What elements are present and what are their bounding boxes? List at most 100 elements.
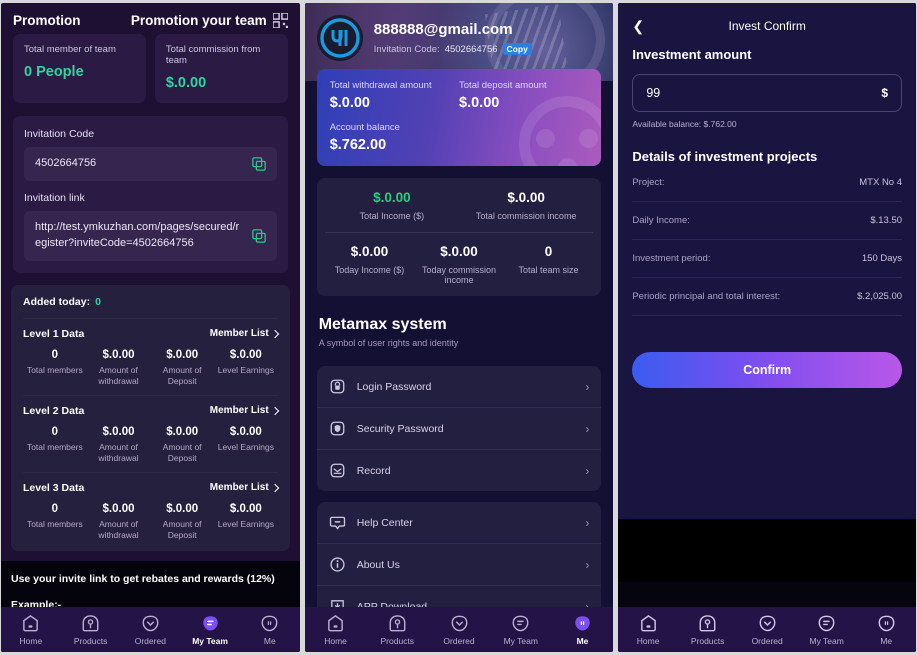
cell-label: Total members: [26, 364, 83, 375]
tab-my-team[interactable]: My Team: [180, 614, 240, 646]
home-icon: [21, 614, 40, 633]
menu-item-label: Record: [356, 464, 391, 477]
copy-icon[interactable]: [251, 229, 266, 243]
level-cell: 0 Total members: [23, 426, 87, 465]
tab-home[interactable]: Home: [305, 614, 367, 646]
level-cell: $.0.00 Level Earnings: [214, 503, 278, 542]
tab-label: Me: [880, 635, 893, 646]
detail-value: MTX No 4: [859, 177, 903, 188]
screenshot-stage: Promotion Promotion your team Total memb…: [0, 0, 917, 655]
menu-item-login-password[interactable]: Login Password ›: [317, 366, 602, 407]
tab-my-team[interactable]: My Team: [490, 614, 552, 646]
cell-value: $.0.00: [166, 348, 199, 361]
stat-card-total-commission: Total commission from team $.0.00: [154, 34, 288, 103]
withdrawal-value: $.0.00: [329, 95, 371, 111]
tab-products[interactable]: Products: [678, 614, 738, 646]
bottom-tab-bar: Home Products Ordered My Team Me: [1, 607, 300, 652]
invitation-link-label: Invitation link: [24, 191, 85, 204]
me-icon: [573, 614, 592, 633]
menu-item-record[interactable]: Record ›: [316, 449, 602, 491]
member-list-label: Member List: [209, 328, 269, 340]
tab-me[interactable]: Me: [240, 614, 300, 646]
cell-label: Amount of withdrawal: [98, 441, 139, 464]
ordered-icon: [758, 614, 777, 633]
bottom-tab-bar: Home Products Ordered My Team Me: [618, 607, 917, 652]
detail-value: $.2,025.00: [857, 291, 903, 302]
level-header: Level 2 Data Member List: [23, 405, 279, 417]
tab-label: Home: [324, 635, 347, 646]
copy-button[interactable]: Copy: [502, 43, 532, 55]
income-cell: $.0.00 Today commission income: [414, 244, 504, 285]
level-cell: $.0.00 Amount of withdrawal: [87, 349, 151, 388]
income-value: $.0.00: [350, 244, 389, 259]
tab-my-team[interactable]: My Team: [797, 614, 857, 646]
avatar[interactable]: [316, 15, 363, 61]
copy-icon[interactable]: [251, 157, 266, 171]
income-card: $.0.00 Total Income ($) $.0.00 Total com…: [316, 178, 602, 296]
tab-me[interactable]: Me: [856, 614, 916, 646]
invest-content: ❮ Invest Confirm Investment amount 99 $ …: [618, 3, 917, 519]
tab-ordered[interactable]: Ordered: [120, 614, 180, 646]
detail-row-total-interest: Periodic principal and total interest: $…: [632, 278, 903, 316]
income-bottom-row: $.0.00 Today Income ($) $.0.00 Today com…: [325, 233, 594, 285]
menu-item-about-us[interactable]: About Us ›: [316, 543, 602, 585]
amount-value: 99: [646, 86, 661, 100]
tab-label: Ordered: [443, 635, 475, 646]
available-balance-text: Available balance: $.762.00: [632, 119, 737, 129]
my-team-icon: [817, 614, 836, 633]
qr-code-icon[interactable]: [272, 13, 288, 28]
stat-card-total-members: Total member of team 0 People: [13, 34, 146, 103]
confirm-button[interactable]: Confirm: [632, 352, 903, 388]
chevron-right-icon: ›: [585, 421, 590, 436]
menu-item-security-password[interactable]: Security Password ›: [316, 407, 602, 449]
menu-item-label: Security Password: [356, 422, 444, 435]
tab-label: Ordered: [134, 635, 166, 646]
tab-label: Products: [690, 635, 725, 646]
level-cell: $.0.00 Amount of Deposit: [150, 426, 214, 465]
cell-value: 0: [51, 348, 59, 361]
cell-label: Amount of Deposit: [162, 441, 202, 464]
chevron-right-icon: [270, 406, 279, 415]
member-list-label: Member List: [209, 482, 269, 494]
invitation-code-value: 4502664756: [444, 43, 498, 55]
invitation-code-label: Invitation Code:: [373, 43, 440, 55]
member-list-link[interactable]: Member List: [209, 482, 279, 494]
level-grid: 0 Total members $.0.00 Amount of withdra…: [23, 426, 278, 465]
panel-promotion: Promotion Promotion your team Total memb…: [1, 3, 300, 652]
currency-symbol: $: [881, 86, 889, 100]
me-icon: [877, 614, 896, 633]
level-section-1: Level 1 Data Member List 0 Total members…: [23, 317, 279, 395]
detail-row-investment-period: Investment period: 150 Days: [632, 240, 903, 278]
level-grid: 0 Total members $.0.00 Amount of withdra…: [23, 503, 278, 542]
member-list-link[interactable]: Member List: [209, 328, 279, 340]
tab-home[interactable]: Home: [618, 614, 678, 646]
member-list-link[interactable]: Member List: [210, 405, 279, 416]
cell-value: $.0.00: [229, 348, 262, 361]
tab-me[interactable]: Me: [552, 614, 614, 646]
black-filler: [618, 519, 917, 582]
menu-item-help-center[interactable]: Help Center ›: [317, 502, 602, 543]
promotion-team-label: Promotion your team: [130, 13, 267, 28]
tab-label: Me: [263, 635, 276, 646]
my-team-icon: [511, 614, 530, 633]
confirm-button-wrap: Confirm: [618, 352, 916, 388]
tab-products[interactable]: Products: [61, 614, 121, 646]
account-text: 888888@gmail.com Invitation Code: 450266…: [374, 21, 532, 55]
invitation-link-field[interactable]: http://test.ymkuzhan.com/pages/secured/r…: [24, 210, 277, 261]
income-value: $.0.00: [440, 244, 478, 259]
cell-value: 0: [51, 502, 59, 515]
invitation-code-field[interactable]: 4502664756: [24, 147, 277, 181]
ordered-icon: [450, 614, 469, 633]
tab-products[interactable]: Products: [366, 614, 428, 646]
home-icon: [326, 614, 345, 633]
income-cell: $.0.00 Total commission income: [459, 190, 593, 221]
income-label: Total team size: [518, 265, 579, 275]
tab-ordered[interactable]: Ordered: [428, 614, 490, 646]
cell-value: $.0.00: [229, 502, 262, 515]
level-cell: $.0.00 Level Earnings: [214, 426, 278, 465]
tab-home[interactable]: Home: [1, 614, 61, 646]
investment-amount-input[interactable]: 99 $: [632, 74, 903, 112]
added-today-row: Added today: 0: [23, 296, 278, 318]
tab-ordered[interactable]: Ordered: [737, 614, 797, 646]
